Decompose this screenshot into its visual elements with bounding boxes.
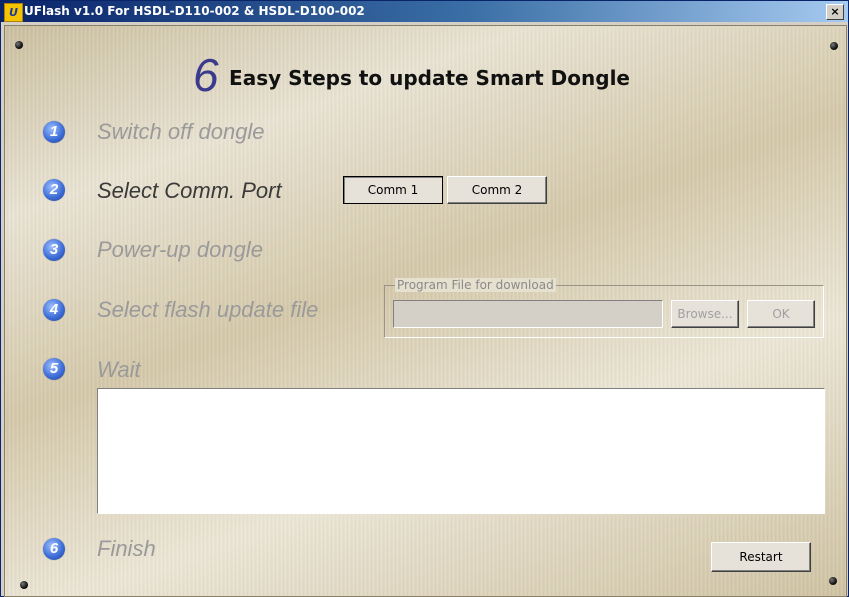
heading-number: 6 [193,49,219,101]
step-6-badge: 6 [43,538,65,560]
program-file-field[interactable] [393,300,663,328]
app-icon: U [4,3,23,22]
step-1-label: Switch off dongle [97,119,265,144]
comm2-button[interactable]: Comm 2 [447,176,547,204]
screw-icon [830,42,838,50]
browse-button[interactable]: Browse... [671,300,739,328]
close-button[interactable]: × [826,4,844,20]
uflash-window: U UFlash v1.0 For HSDL-D110-002 & HSDL-D… [0,0,849,597]
heading-text: Easy Steps to update Smart Dongle [229,66,630,90]
step-2-label: Select Comm. Port [97,178,282,203]
step-5-label: Wait [97,357,141,382]
step-1-badge: 1 [43,121,65,143]
program-file-legend: Program File for download [395,278,556,292]
page-title: 6 Easy Steps to update Smart Dongle [193,48,630,102]
title-bar[interactable]: U UFlash v1.0 For HSDL-D110-002 & HSDL-D… [1,1,848,22]
program-file-group: Program File for download Browse... OK [384,278,824,338]
progress-log[interactable] [97,388,825,514]
step-4-badge: 4 [43,299,65,321]
step-5-badge: 5 [43,358,65,380]
screw-icon [829,577,837,585]
screw-icon [20,581,28,589]
step-3-badge: 3 [43,239,65,261]
step-4-label: Select flash update file [97,297,319,322]
step-6-label: Finish [97,536,156,561]
brushed-metal-panel: 6 Easy Steps to update Smart Dongle 1 Sw… [4,25,847,597]
screw-icon [15,41,23,49]
step-2-badge: 2 [43,179,65,201]
restart-button[interactable]: Restart [711,542,811,572]
comm1-button[interactable]: Comm 1 [343,176,443,204]
window-title: UFlash v1.0 For HSDL-D110-002 & HSDL-D10… [24,4,365,18]
step-3-label: Power-up dongle [97,237,263,262]
ok-button[interactable]: OK [747,300,815,328]
